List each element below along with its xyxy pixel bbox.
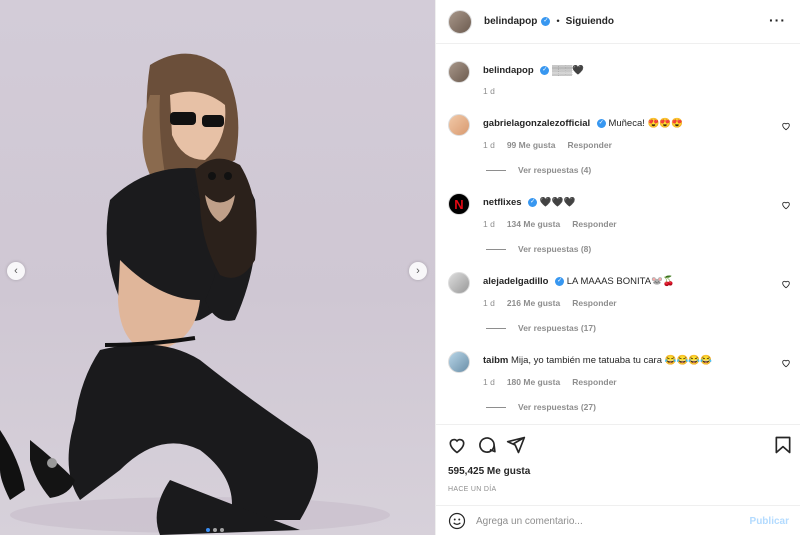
caption-username[interactable]: belindapop (483, 65, 534, 76)
verified-icon: ✓ (555, 276, 565, 286)
post-header: belindapop ✓ • Siguiendo ··· (436, 0, 800, 44)
comment-username[interactable]: netflixes (483, 197, 522, 208)
like-comment-heart-icon[interactable] (781, 358, 791, 368)
view-replies[interactable]: Ver respuestas (17) (486, 323, 596, 333)
following-button[interactable]: Siguiendo (566, 16, 614, 27)
comment-time: 1 d (483, 298, 495, 308)
view-replies-label[interactable]: Ver respuestas (8) (518, 244, 591, 254)
view-replies[interactable]: Ver respuestas (4) (486, 165, 591, 175)
post-actions: 595,425 Me gusta HACE UN DÍA Publicar (436, 424, 800, 535)
comment-meta: 1 d 180 Me gusta Responder (483, 377, 617, 387)
verified-icon: ✓ (540, 65, 550, 75)
caption-meta: 1 d (483, 86, 495, 96)
bookmark-icon[interactable] (773, 435, 793, 455)
comment-text: netflixes ✓ 🖤🖤🖤 (483, 197, 575, 208)
carousel-dot (213, 528, 217, 532)
post-photo: ‹ › (0, 0, 435, 535)
comment-body: LA MAAAS BONITA🐭🍒 (566, 276, 675, 287)
comment-body: 🖤🖤🖤 (539, 197, 576, 208)
avatar[interactable] (448, 61, 470, 83)
view-replies-label[interactable]: Ver respuestas (17) (518, 323, 596, 333)
comment-time: 1 d (483, 140, 495, 150)
comment-meta: 1 d 99 Me gusta Responder (483, 140, 612, 150)
like-comment-heart-icon[interactable] (781, 279, 791, 289)
emoji-icon[interactable] (448, 512, 466, 530)
header-username[interactable]: belindapop (484, 16, 537, 27)
verified-icon: ✓ (541, 17, 551, 26)
comment-username[interactable]: taibm (483, 355, 508, 366)
avatar[interactable] (448, 9, 472, 34)
divider (486, 169, 506, 171)
view-replies-label[interactable]: Ver respuestas (4) (518, 165, 591, 175)
view-replies[interactable]: Ver respuestas (27) (486, 402, 596, 412)
comments-list: belindapop ✓ ▒▒▒🖤 1 d gabrielagonzalezof… (436, 44, 800, 424)
divider (486, 406, 506, 408)
chevron-left-icon[interactable]: ‹ (7, 262, 25, 280)
share-icon[interactable] (506, 435, 526, 455)
comment-input[interactable] (476, 515, 736, 527)
heart-icon[interactable] (447, 435, 467, 455)
comment-likes[interactable]: 134 Me gusta (507, 219, 560, 229)
avatar[interactable] (448, 114, 470, 136)
comment-likes[interactable]: 180 Me gusta (507, 377, 560, 387)
post-modal: ‹ › belindapop ✓ • Siguiendo ··· belinda… (0, 0, 800, 535)
like-comment-heart-icon[interactable] (781, 121, 791, 131)
avatar[interactable] (448, 272, 470, 294)
divider (486, 327, 506, 329)
view-replies-label[interactable]: Ver respuestas (27) (518, 402, 596, 412)
caption-time: 1 d (483, 86, 495, 96)
chevron-right-icon[interactable]: › (409, 262, 427, 280)
verified-icon: ✓ (528, 197, 538, 207)
view-replies[interactable]: Ver respuestas (8) (486, 244, 591, 254)
divider (486, 248, 506, 250)
verified-icon: ✓ (596, 118, 606, 128)
post-timestamp: HACE UN DÍA (448, 486, 497, 493)
carousel-indicator (206, 528, 224, 532)
comment-meta: 1 d 134 Me gusta Responder (483, 219, 617, 229)
reply-button[interactable]: Responder (567, 140, 611, 150)
carousel-dot (220, 528, 224, 532)
comment-icon[interactable] (477, 435, 497, 455)
comment-likes[interactable]: 216 Me gusta (507, 298, 560, 308)
post-sidebar: belindapop ✓ • Siguiendo ··· belindapop … (435, 0, 800, 535)
comment-body: Muñeca! 😍😍😍 (608, 118, 684, 129)
comment-text: gabrielagonzalezofficial ✓ Muñeca! 😍😍😍 (483, 118, 683, 129)
separator: • (556, 16, 560, 27)
add-comment-bar: Publicar (436, 505, 800, 535)
caption-text: belindapop ✓ ▒▒▒🖤 (483, 65, 584, 76)
caption-body: ▒▒▒🖤 (551, 65, 584, 76)
more-options-icon[interactable]: ··· (769, 12, 786, 28)
comment-username[interactable]: alejadelgadillo (483, 276, 548, 287)
netflix-logo-avatar[interactable]: N (448, 193, 470, 215)
comment-likes[interactable]: 99 Me gusta (507, 140, 556, 150)
comment-time: 1 d (483, 219, 495, 229)
comment-meta: 1 d 216 Me gusta Responder (483, 298, 617, 308)
comment-username[interactable]: gabrielagonzalezofficial (483, 118, 590, 129)
photo-illustration (0, 53, 390, 535)
comment-text: alejadelgadillo ✓ LA MAAAS BONITA🐭🍒 (483, 276, 675, 287)
comment-body: Mija, yo también me tatuaba tu cara 😂😂😂😂 (510, 355, 712, 366)
carousel-dot (206, 528, 210, 532)
like-count[interactable]: 595,425 Me gusta (448, 466, 530, 477)
like-comment-heart-icon[interactable] (781, 200, 791, 210)
reply-button[interactable]: Responder (572, 219, 616, 229)
avatar[interactable] (448, 351, 470, 373)
comment-text: taibm Mija, yo también me tatuaba tu car… (483, 355, 712, 366)
reply-button[interactable]: Responder (572, 377, 616, 387)
comment-time: 1 d (483, 377, 495, 387)
reply-button[interactable]: Responder (572, 298, 616, 308)
post-comment-button[interactable]: Publicar (750, 516, 789, 527)
